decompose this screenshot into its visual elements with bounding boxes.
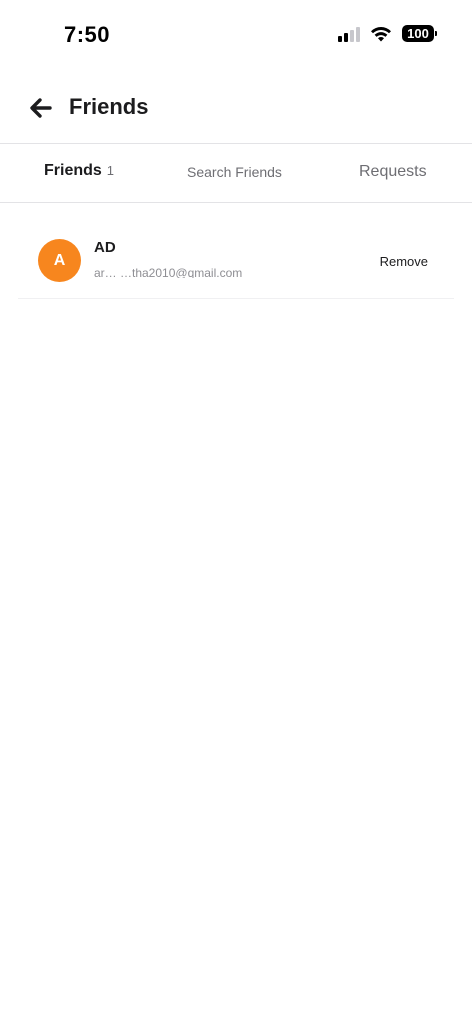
friends-count-badge: 1 (106, 163, 115, 178)
battery-icon: 100 (402, 25, 437, 42)
status-bar: 7:50 100 (0, 0, 472, 70)
back-button[interactable] (26, 94, 54, 122)
friend-name: AD (94, 239, 116, 256)
header: Friends (0, 70, 472, 144)
status-time: 7:50 (64, 22, 111, 47)
friend-email: ar… …tha2010@qmail.com (94, 266, 243, 278)
list-item: A AD ar… …tha2010@qmail.com Remove (18, 220, 454, 299)
tab-friends-label: Friends (44, 162, 102, 179)
tab-search-friends[interactable]: Search Friends (187, 164, 282, 180)
status-icons: 100 (338, 25, 437, 42)
page-title: Friends (69, 94, 149, 119)
wifi-icon (371, 26, 391, 41)
back-arrow-icon (30, 98, 52, 118)
tab-friends[interactable]: Friends 1 (44, 162, 114, 180)
cellular-signal-icon (338, 26, 360, 42)
friend-list: A AD ar… …tha2010@qmail.com Remove (18, 220, 454, 299)
remove-button[interactable]: Remove (380, 254, 428, 269)
tab-bar: Friends 1 Search Friends Requests (0, 144, 472, 203)
tab-requests[interactable]: Requests (359, 163, 427, 181)
avatar: A (38, 239, 81, 282)
